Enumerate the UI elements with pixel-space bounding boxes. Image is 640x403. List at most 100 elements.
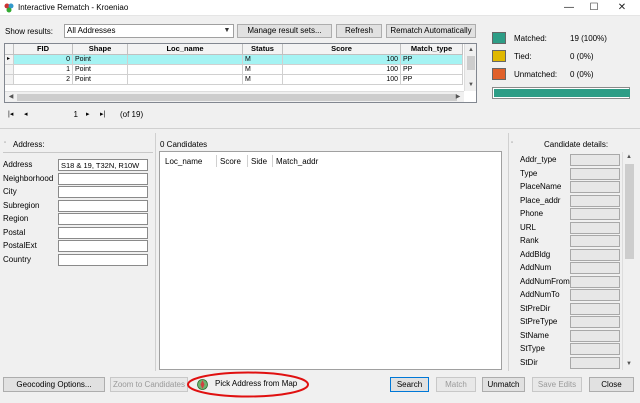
scroll-right-icon[interactable]: ▶: [453, 92, 463, 102]
address-field-input[interactable]: S18 & 19, T32N, R10W: [58, 159, 148, 171]
address-field-label: Address: [3, 160, 33, 169]
cell-shape: Point: [73, 65, 128, 75]
address-field-label: City: [3, 187, 17, 196]
cell-status: M: [243, 65, 283, 75]
candidate-details-header: Candidate details:: [544, 140, 609, 149]
scroll-thumb[interactable]: [467, 56, 475, 70]
matched-value: 19 (100%): [570, 34, 607, 43]
manage-result-sets-button[interactable]: Manage result sets...: [237, 24, 332, 38]
candidates-column-loc-name[interactable]: Loc_name: [165, 157, 202, 166]
show-results-select[interactable]: All Addresses ▼: [64, 24, 234, 38]
cell-shape: Point: [73, 75, 128, 85]
detail-field-value: [570, 302, 620, 315]
grid-vertical-scrollbar[interactable]: ▲ ▼: [464, 44, 476, 91]
vertical-splitter: [483, 16, 484, 126]
candidates-column-side[interactable]: Side: [251, 157, 267, 166]
record-navigator: |◂ ◂ 1 ▸ ▸| (of 19): [8, 110, 168, 122]
close-button[interactable]: Close: [589, 377, 634, 392]
address-field-input[interactable]: [58, 186, 148, 198]
refresh-button[interactable]: Refresh: [336, 24, 382, 38]
show-results-label: Show results:: [5, 27, 54, 36]
scroll-down-icon[interactable]: ▼: [466, 80, 476, 90]
detail-field-value: [570, 194, 620, 207]
next-record-icon[interactable]: ▸: [86, 110, 90, 118]
scroll-down-icon[interactable]: ▼: [624, 359, 634, 369]
detail-field-label: Type: [520, 168, 538, 178]
show-results-value: All Addresses: [67, 26, 116, 35]
geocoding-options-button[interactable]: Geocoding Options...: [3, 377, 105, 392]
detail-field-label: AddNumTo: [520, 290, 560, 299]
tied-label: Tied:: [514, 52, 532, 61]
address-field-input[interactable]: [58, 240, 148, 252]
scroll-thumb[interactable]: [17, 94, 457, 101]
detail-field-value: [570, 356, 620, 369]
column-divider: [247, 155, 248, 167]
address-field-input[interactable]: [58, 226, 148, 239]
close-window-button[interactable]: ✕: [608, 0, 636, 16]
address-field-input[interactable]: [58, 199, 148, 212]
column-header-status[interactable]: Status: [243, 44, 283, 55]
column-header-shape[interactable]: Shape: [73, 44, 128, 55]
grid-horizontal-scrollbar[interactable]: ◀ ▶: [5, 91, 464, 102]
scroll-up-icon[interactable]: ▲: [466, 45, 476, 55]
cell-loc-name: [128, 65, 243, 75]
address-field-input[interactable]: [58, 213, 148, 225]
cell-match-type: PP: [401, 65, 463, 75]
collapse-icon[interactable]: ▫: [511, 140, 513, 146]
rematch-automatically-button[interactable]: Rematch Automatically: [386, 24, 476, 38]
column-header-score[interactable]: Score: [283, 44, 401, 55]
unmatch-button[interactable]: Unmatch: [482, 377, 525, 392]
cell-status: M: [243, 75, 283, 85]
column-divider: [216, 155, 217, 167]
search-button[interactable]: Search: [390, 377, 429, 392]
minimize-button[interactable]: —: [555, 0, 583, 16]
cell-score: 100: [283, 65, 401, 75]
detail-field-value: [570, 181, 620, 193]
grid-corner: [5, 44, 14, 55]
address-field-label: Postal: [3, 227, 26, 237]
last-record-icon[interactable]: ▸|: [100, 110, 105, 118]
detail-field-label: PlaceName: [520, 182, 562, 191]
save-edits-button[interactable]: Save Edits: [532, 377, 582, 392]
candidates-column-match-addr[interactable]: Match_addr: [276, 157, 318, 166]
address-field-input[interactable]: [58, 172, 148, 185]
detail-field-value: [570, 235, 620, 247]
column-header-loc-name[interactable]: Loc_name: [128, 44, 243, 55]
match-button[interactable]: Match: [436, 377, 476, 392]
details-vertical-scrollbar[interactable]: ▲ ▼: [622, 152, 635, 370]
left-splitter: [155, 133, 156, 371]
detail-field-value: [570, 275, 620, 288]
scroll-up-icon[interactable]: ▲: [624, 152, 634, 162]
detail-field-label: StPreType: [520, 317, 558, 326]
unmatched-label: Unmatched:: [514, 70, 558, 79]
candidates-column-score[interactable]: Score: [220, 157, 241, 166]
column-header-match-type[interactable]: Match_type: [401, 44, 463, 55]
detail-field-label: URL: [520, 222, 537, 232]
collapse-icon[interactable]: ▫: [4, 140, 6, 146]
scroll-thumb[interactable]: [625, 164, 634, 259]
detail-field-label: Place_addr: [520, 195, 561, 205]
detail-field-value: [570, 167, 620, 180]
tied-value: 0 (0%): [570, 52, 594, 61]
candidates-list[interactable]: Loc_name Score Side Match_addr: [159, 151, 502, 370]
current-record-field[interactable]: 1: [48, 110, 78, 119]
address-field-input[interactable]: [58, 253, 148, 266]
results-grid: FID Shape Loc_name Status Score Match_ty…: [4, 43, 477, 103]
window-title: Interactive Rematch - Kroeniao: [18, 3, 129, 12]
scroll-left-icon[interactable]: ◀: [6, 92, 16, 102]
address-header-divider: [3, 152, 153, 153]
address-header: Address:: [13, 140, 45, 149]
detail-field-label: Addr_type: [520, 155, 557, 164]
maximize-button[interactable]: ☐: [580, 0, 608, 16]
detail-field-value: [570, 208, 620, 220]
cell-loc-name: [128, 55, 243, 65]
detail-field-label: AddNum: [520, 263, 552, 272]
previous-record-icon[interactable]: ◂: [24, 110, 28, 118]
detail-field-value: [570, 316, 620, 328]
zoom-to-candidates-button[interactable]: Zoom to Candidates: [110, 377, 188, 392]
column-header-fid[interactable]: FID: [14, 44, 73, 55]
row-marker: [5, 75, 14, 85]
right-splitter: [508, 133, 509, 371]
record-count: (of 19): [120, 110, 144, 119]
first-record-icon[interactable]: |◂: [8, 110, 13, 118]
